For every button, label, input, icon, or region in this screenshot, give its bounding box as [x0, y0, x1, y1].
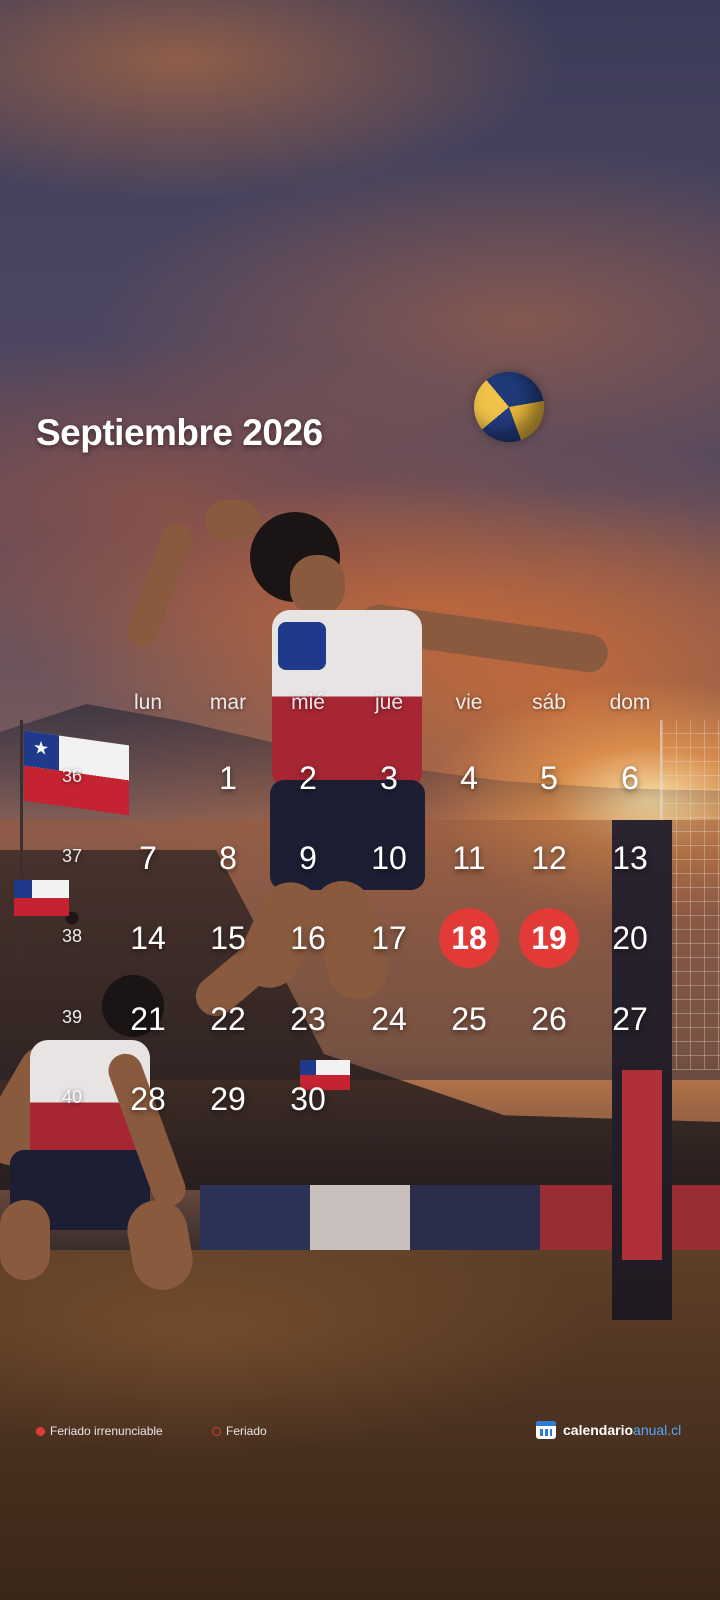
- calendar-day[interactable]: 26: [519, 989, 579, 1049]
- weekday-label: mar: [209, 691, 247, 714]
- chile-flag-small: [14, 880, 69, 916]
- calendar-day[interactable]: 10: [359, 828, 419, 888]
- legend-irrenunciable-label: Feriado irrenunciable: [50, 1424, 163, 1438]
- calendar-day[interactable]: 4: [439, 748, 499, 808]
- week-number: 38: [61, 926, 83, 946]
- calendar-day[interactable]: 16: [278, 908, 338, 968]
- calendar-day[interactable]: 24: [359, 989, 419, 1049]
- weekday-label: sáb: [532, 691, 566, 714]
- calendar-day[interactable]: 25: [439, 989, 499, 1049]
- filled-dot-icon: [36, 1426, 45, 1436]
- calendar-icon: [536, 1421, 556, 1439]
- brand-name-accent: anual.cl: [633, 1422, 682, 1438]
- legend-feriado-label: Feriado: [226, 1424, 267, 1438]
- flag-pole: [20, 720, 23, 960]
- legend-feriado: Feriado: [212, 1424, 267, 1438]
- weekday-label: lun: [133, 691, 163, 714]
- calendar-day[interactable]: 5: [519, 748, 579, 808]
- calendar-day[interactable]: 7: [118, 828, 178, 888]
- calendar-day[interactable]: 9: [278, 828, 338, 888]
- calendar-day[interactable]: 15: [198, 908, 258, 968]
- calendar-day[interactable]: 22: [198, 989, 258, 1049]
- calendar-day[interactable]: 8: [198, 828, 258, 888]
- calendar-day[interactable]: 2: [278, 748, 338, 808]
- banner-blue: [200, 1185, 310, 1255]
- calendar-day[interactable]: 13: [600, 828, 660, 888]
- calendar-day[interactable]: 3: [359, 748, 419, 808]
- banner-navy: [410, 1185, 540, 1255]
- weekday-label: mié: [291, 691, 325, 714]
- calendar-day[interactable]: 17: [359, 908, 419, 968]
- brand-logo: calendario anual.cl: [536, 1421, 681, 1439]
- calendar-day[interactable]: 28: [118, 1069, 178, 1129]
- calendar-day[interactable]: 20: [600, 908, 660, 968]
- calendar-day[interactable]: 14: [118, 908, 178, 968]
- ring-dot-icon: [212, 1426, 221, 1436]
- volleyball: [474, 372, 544, 442]
- calendar-day[interactable]: 11: [439, 828, 499, 888]
- week-number: 37: [61, 846, 83, 866]
- week-number: 39: [61, 1007, 83, 1027]
- month-title: Septiembre 2026: [36, 412, 323, 453]
- weekday-label: vie: [455, 691, 483, 714]
- calendar-day[interactable]: 12: [519, 828, 579, 888]
- brand-name-main: calendario: [563, 1422, 634, 1438]
- weekday-label: jue: [374, 691, 404, 714]
- week-number: 36: [61, 766, 83, 786]
- calendar-day[interactable]: 27: [600, 989, 660, 1049]
- legend-irrenunciable: Feriado irrenunciable: [36, 1424, 163, 1438]
- calendar-day[interactable]: 19: [519, 908, 579, 968]
- calendar-day[interactable]: 6: [600, 748, 660, 808]
- banner-white: [310, 1185, 410, 1255]
- week-number: 40: [61, 1087, 83, 1107]
- calendar-day[interactable]: 29: [198, 1069, 258, 1129]
- weekday-label: dom: [609, 691, 651, 714]
- calendar-day[interactable]: 18: [439, 908, 499, 968]
- calendar-day[interactable]: 21: [118, 989, 178, 1049]
- calendar-day[interactable]: 1: [198, 748, 258, 808]
- calendar-day[interactable]: 23: [278, 989, 338, 1049]
- calendar-day[interactable]: 30: [278, 1069, 338, 1129]
- net-post: [612, 820, 672, 1320]
